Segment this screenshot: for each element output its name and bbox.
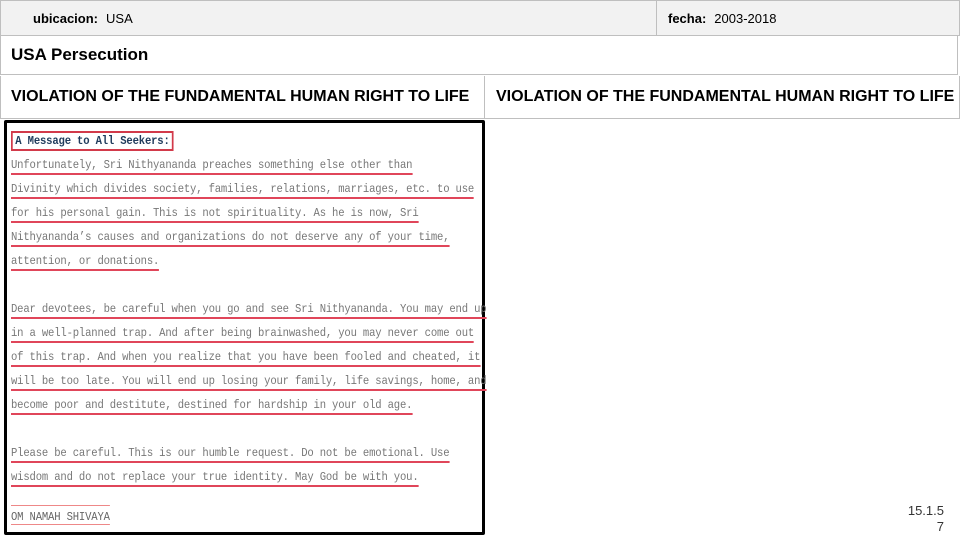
page-number: 15.1.5 7 [907, 503, 944, 534]
ubicacion-label: ubicacion: [33, 10, 99, 26]
message-image: A Message to All Seekers: Unfortunately,… [4, 120, 487, 535]
message-line: for his personal gain. This is not spiri… [11, 203, 419, 227]
message-line: Please be careful. This is our humble re… [11, 443, 450, 467]
message-line: Unfortunately, Sri Nithyananda preaches … [11, 155, 415, 179]
message-text: A Message to All Seekers: Unfortunately,… [11, 131, 487, 525]
ubicacion-cell: ubicacion: USA [1, 1, 657, 35]
fecha-value: 2003-2018 [714, 10, 777, 26]
ubicacion-value: USA [106, 10, 133, 26]
column-header-row: VIOLATION OF THE FUNDAMENTAL HUMAN RIGHT… [0, 76, 960, 119]
message-line: will be too late. You will end up losing… [11, 371, 487, 395]
message-line: become poor and destitute, destined for … [11, 395, 415, 419]
fecha-label: fecha: [668, 10, 707, 26]
message-line: Dear devotees, be careful when you go an… [11, 299, 487, 323]
message-line: Nithyananda’s causes and organizations d… [11, 227, 450, 251]
message-line: attention, or donations. [11, 251, 415, 275]
fecha-cell: fecha: 2003-2018 [658, 1, 959, 35]
message-heading: A Message to All Seekers: [11, 131, 174, 151]
message-line: in a well-planned trap. And after being … [11, 323, 474, 347]
message-line: wisdom and do not replace your true iden… [11, 467, 419, 491]
page-title: USA Persecution [0, 35, 958, 75]
signature: OM NAMAH SHIVAYA [11, 505, 110, 525]
message-line: of this trap. And when you realize that … [11, 347, 480, 371]
message-line: Divinity which divides society, families… [11, 179, 474, 203]
column-header-right: VIOLATION OF THE FUNDAMENTAL HUMAN RIGHT… [496, 88, 955, 105]
column-header-left: VIOLATION OF THE FUNDAMENTAL HUMAN RIGHT… [1, 76, 485, 118]
info-bar: ubicacion: USA fecha: 2003-2018 [0, 0, 960, 36]
